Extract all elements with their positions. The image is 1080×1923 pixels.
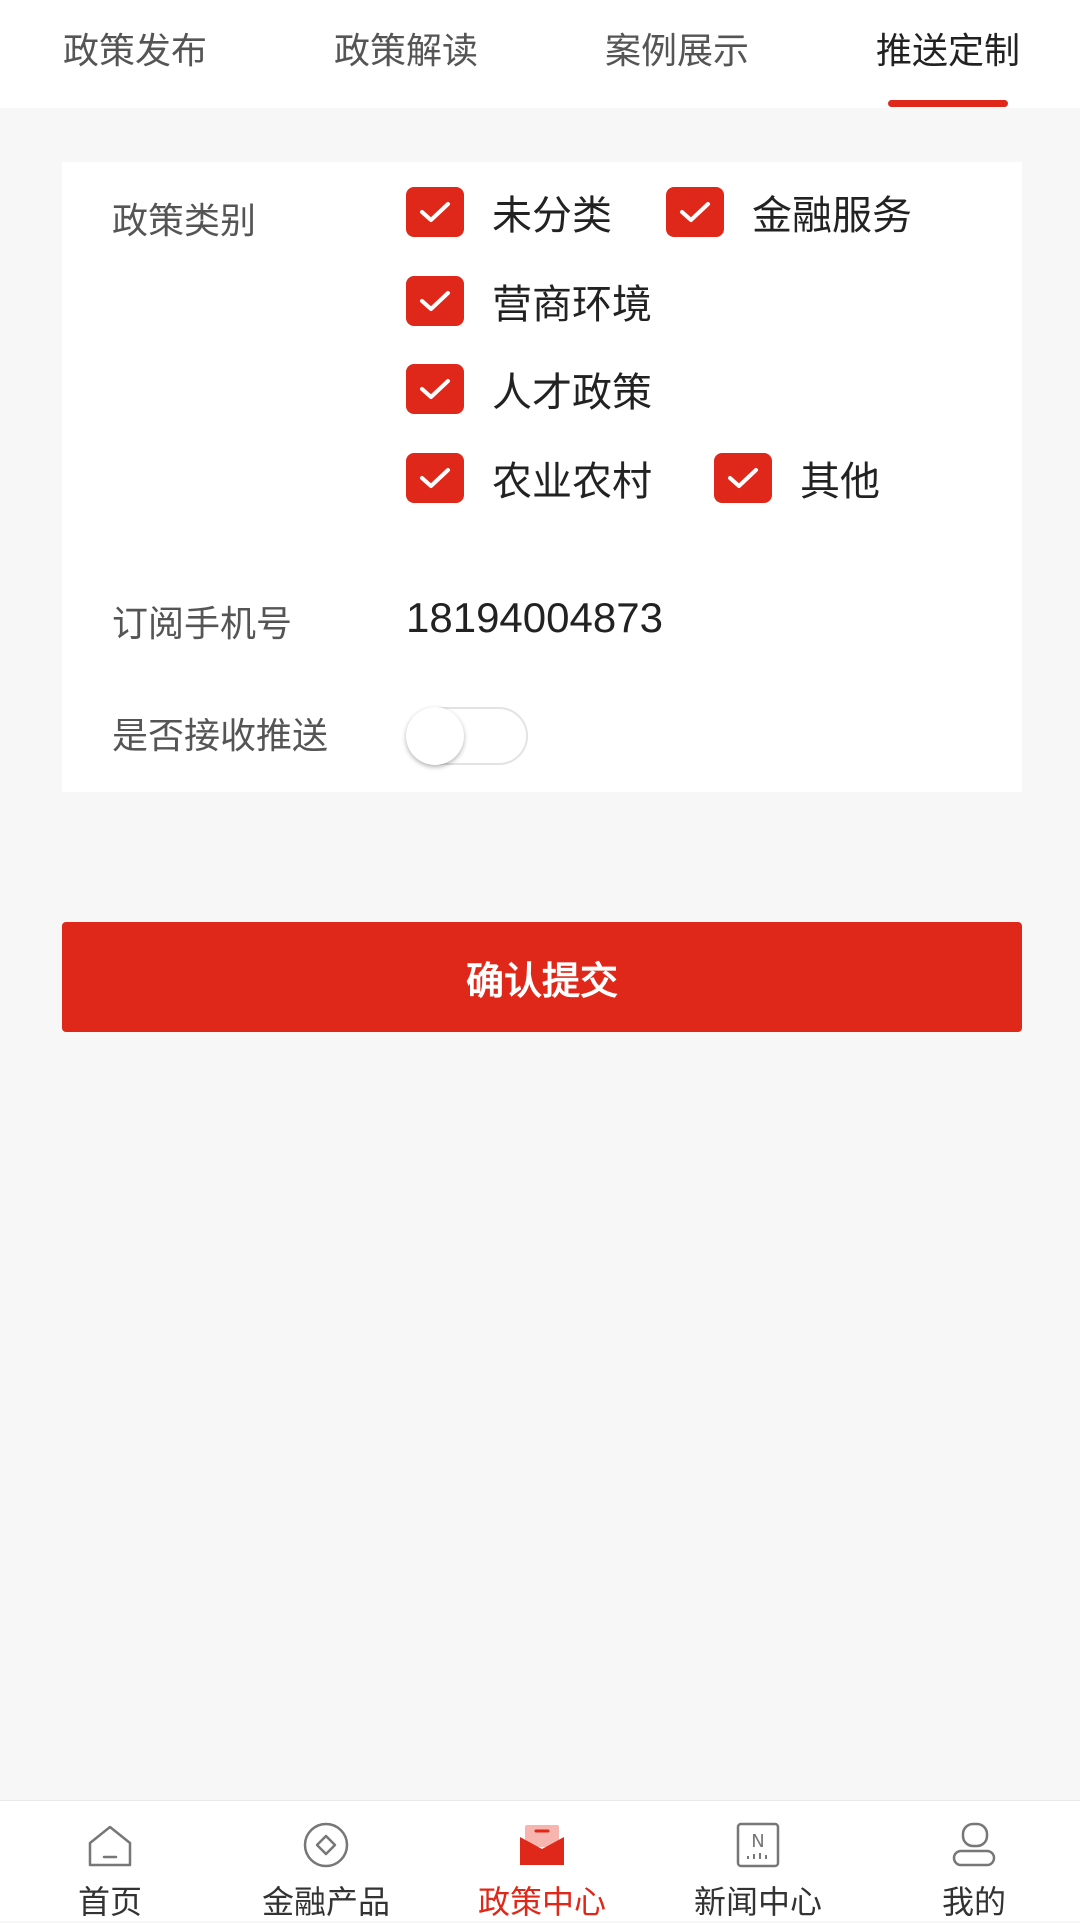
receive-push-toggle[interactable] bbox=[406, 707, 528, 765]
nav-label: 我的 bbox=[941, 1883, 1006, 1921]
finance-icon bbox=[303, 1822, 349, 1868]
news-icon: N bbox=[736, 1822, 780, 1868]
bottom-navigation: 首页 金融产品 政策中心 N 新闻中心 我的 bbox=[0, 1800, 1080, 1921]
nav-label: 首页 bbox=[77, 1883, 142, 1921]
checkbox-label: 金融服务 bbox=[752, 193, 912, 239]
tab-policy-release[interactable]: 政策发布 bbox=[40, 0, 230, 108]
nav-item-mine[interactable]: 我的 bbox=[866, 1801, 1080, 1921]
receive-push-label: 是否接收推送 bbox=[112, 716, 329, 757]
checkbox-checked-icon bbox=[714, 453, 772, 503]
checkbox-label: 农业农村 bbox=[492, 459, 652, 505]
subscription-phone-value[interactable]: 18194004873 bbox=[406, 594, 663, 642]
checkbox-label: 人才政策 bbox=[492, 370, 652, 416]
checkbox-checked-icon bbox=[666, 187, 724, 237]
nav-label: 政策中心 bbox=[477, 1883, 606, 1921]
nav-item-financial-products[interactable]: 金融产品 bbox=[218, 1801, 434, 1921]
top-tab-bar: 政策发布 政策解读 案例展示 推送定制 bbox=[0, 0, 1080, 108]
checkbox-uncategorized[interactable]: 未分类 bbox=[406, 183, 612, 241]
checkbox-financial-services[interactable]: 金融服务 bbox=[666, 183, 912, 241]
tab-push-customization[interactable]: 推送定制 bbox=[853, 0, 1043, 108]
nav-label: 金融产品 bbox=[261, 1883, 390, 1921]
tab-policy-interpretation[interactable]: 政策解读 bbox=[311, 0, 501, 108]
policy-category-label: 政策类别 bbox=[112, 201, 257, 242]
checkbox-talent-policy[interactable]: 人才政策 bbox=[406, 360, 652, 418]
nav-item-home[interactable]: 首页 bbox=[2, 1801, 218, 1921]
checkbox-other[interactable]: 其他 bbox=[714, 449, 880, 507]
checkbox-agriculture-rural[interactable]: 农业农村 bbox=[406, 449, 652, 507]
confirm-submit-button[interactable]: 确认提交 bbox=[62, 922, 1022, 1032]
policy-icon bbox=[520, 1825, 564, 1865]
checkbox-checked-icon bbox=[406, 187, 464, 237]
home-icon bbox=[88, 1825, 132, 1867]
checkbox-label: 营商环境 bbox=[492, 282, 652, 328]
checkbox-checked-icon bbox=[406, 364, 464, 414]
checkbox-business-environment[interactable]: 营商环境 bbox=[406, 272, 652, 330]
push-settings-form: 政策类别 未分类 金融服务 营商环境 人才政策 农业农村 其他 订阅手机号 18… bbox=[62, 162, 1022, 792]
toggle-knob bbox=[406, 707, 464, 765]
nav-item-policy-center[interactable]: 政策中心 bbox=[434, 1801, 650, 1921]
nav-item-news-center[interactable]: N 新闻中心 bbox=[650, 1801, 866, 1921]
checkbox-checked-icon bbox=[406, 276, 464, 326]
svg-text:N: N bbox=[751, 1831, 764, 1852]
tab-case-showcase[interactable]: 案例展示 bbox=[582, 0, 772, 108]
user-icon bbox=[952, 1822, 996, 1867]
checkbox-label: 其他 bbox=[800, 459, 880, 505]
checkbox-checked-icon bbox=[406, 453, 464, 503]
checkbox-label: 未分类 bbox=[492, 193, 612, 239]
subscription-phone-label: 订阅手机号 bbox=[112, 604, 293, 645]
nav-label: 新闻中心 bbox=[693, 1883, 822, 1921]
active-tab-indicator bbox=[888, 100, 1008, 107]
